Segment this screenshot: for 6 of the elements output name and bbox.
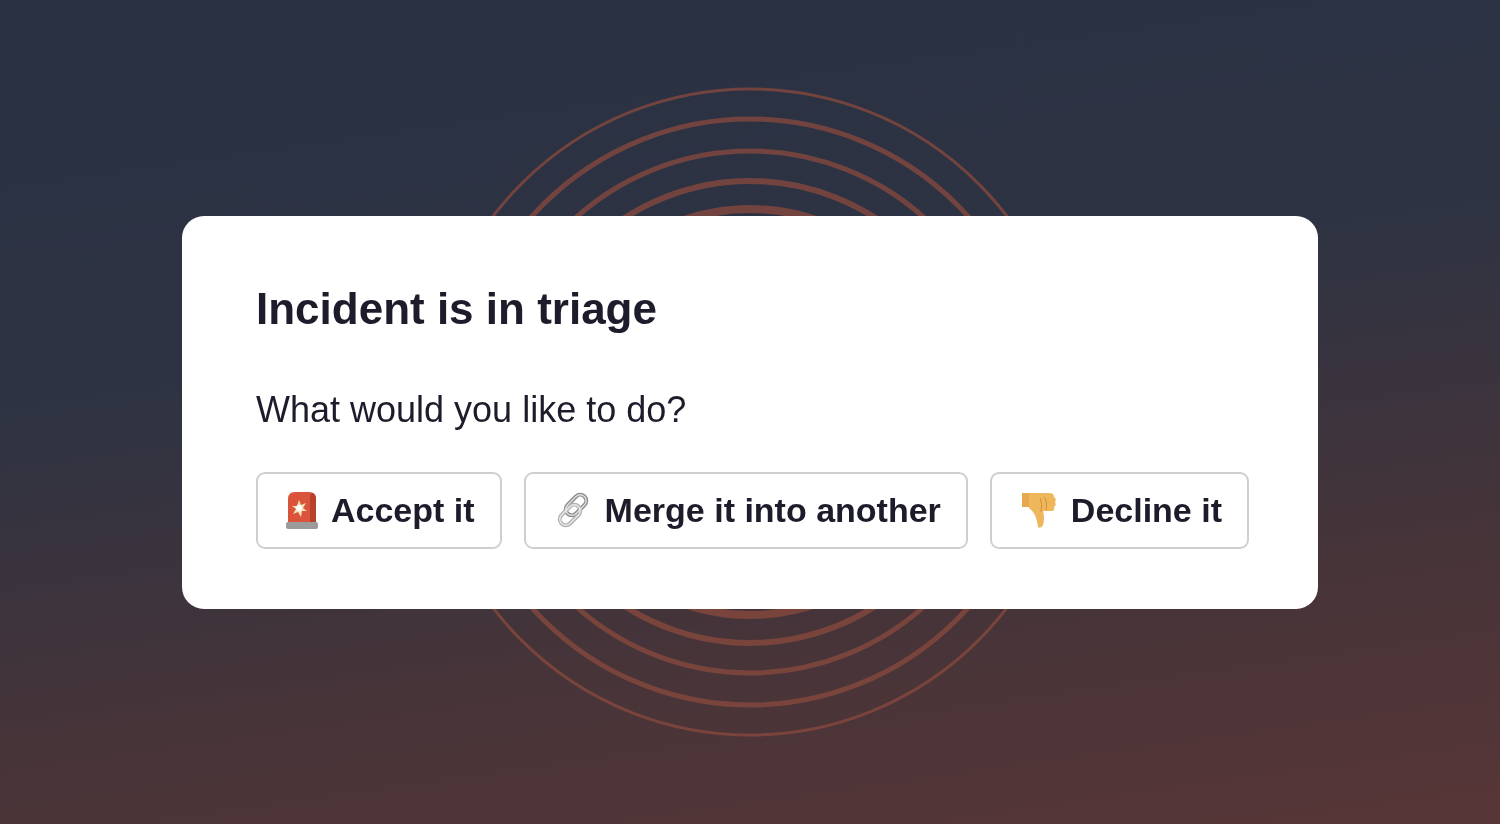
merge-button[interactable]: Merge it into another — [523, 471, 968, 549]
decline-button[interactable]: Decline it — [989, 471, 1249, 549]
dialog-prompt: What would you like to do? — [256, 387, 687, 432]
dialog-title: Incident is in triage — [256, 282, 657, 335]
accept-button[interactable]: Accept it — [256, 471, 502, 549]
rotating-light-icon — [285, 491, 319, 529]
